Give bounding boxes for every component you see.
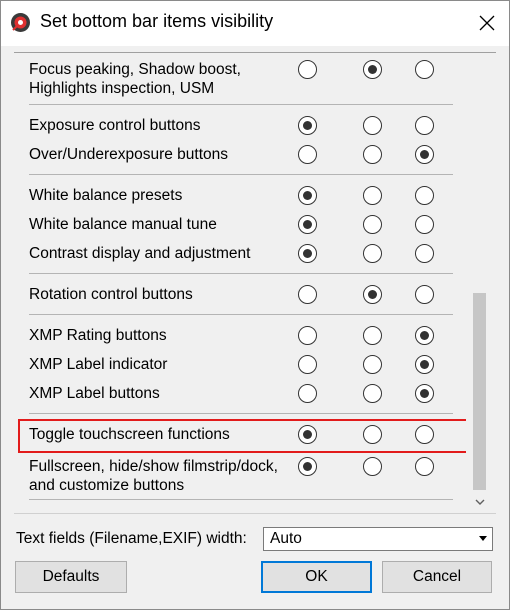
option-row-label: Rotation control buttons bbox=[29, 285, 193, 304]
items-list: Focus peaking, Shadow boost, Highlights i… bbox=[14, 52, 496, 514]
option-radio-3[interactable] bbox=[415, 384, 434, 403]
option-radio-2[interactable] bbox=[363, 60, 382, 79]
option-radio-1[interactable] bbox=[298, 186, 317, 205]
option-radio-2[interactable] bbox=[363, 116, 382, 135]
option-row-label-line: XMP Label indicator bbox=[29, 356, 168, 373]
option-row-label: Fullscreen, hide/show filmstrip/dock, and… bbox=[29, 457, 278, 495]
highlight-box bbox=[18, 419, 468, 453]
scroll-down-button[interactable] bbox=[472, 495, 488, 509]
option-row-label-line: Highlights inspection, USM bbox=[29, 80, 215, 97]
option-radio-2[interactable] bbox=[363, 244, 382, 263]
option-row-label: XMP Label indicator bbox=[29, 355, 167, 374]
option-row-label-line: Over/Underexposure buttons bbox=[29, 146, 229, 163]
option-radio-3[interactable] bbox=[415, 285, 434, 304]
option-radio-3[interactable] bbox=[415, 60, 434, 79]
option-radio-3[interactable] bbox=[415, 186, 434, 205]
scrollbar[interactable] bbox=[466, 53, 496, 513]
option-radio-1[interactable] bbox=[298, 326, 317, 345]
option-row-label-line: XMP Label buttons bbox=[29, 385, 160, 402]
option-radio-3[interactable] bbox=[415, 145, 434, 164]
defaults-button[interactable]: Defaults bbox=[15, 561, 127, 593]
option-row-label-line: White balance manual tune bbox=[29, 216, 217, 233]
option-row-label: XMP Rating buttons bbox=[29, 326, 167, 345]
option-radio-1[interactable] bbox=[298, 457, 317, 476]
option-radio-1[interactable] bbox=[298, 244, 317, 263]
text-fields-width-select[interactable]: Auto bbox=[263, 527, 493, 551]
option-row-label-line: Fullscreen, hide/show filmstrip/dock, bbox=[29, 458, 278, 475]
title-bar: Set bottom bar items visibility bbox=[0, 0, 510, 46]
cancel-button[interactable]: Cancel bbox=[382, 561, 492, 593]
option-row-label: Focus peaking, Shadow boost, Highlights i… bbox=[29, 60, 241, 98]
group-separator bbox=[29, 104, 453, 105]
option-radio-2[interactable] bbox=[363, 457, 382, 476]
option-radio-2[interactable] bbox=[363, 186, 382, 205]
group-separator bbox=[29, 499, 453, 500]
app-logo-icon bbox=[11, 13, 30, 32]
option-radio-2[interactable] bbox=[363, 285, 382, 304]
option-radio-3[interactable] bbox=[415, 326, 434, 345]
option-radio-3[interactable] bbox=[415, 116, 434, 135]
option-radio-3[interactable] bbox=[415, 215, 434, 234]
option-radio-2[interactable] bbox=[363, 355, 382, 374]
option-row-label: Over/Underexposure buttons bbox=[29, 145, 228, 164]
scrollbar-thumb[interactable] bbox=[473, 293, 486, 490]
group-separator bbox=[29, 413, 453, 414]
group-separator bbox=[29, 273, 453, 274]
text-fields-width-label: Text fields (Filename,EXIF) width: bbox=[16, 530, 247, 547]
option-radio-1[interactable] bbox=[298, 285, 317, 304]
option-row-label-line: White balance presets bbox=[29, 187, 183, 204]
option-row-label-line: XMP Rating buttons bbox=[29, 327, 167, 344]
option-row-label: XMP Label buttons bbox=[29, 384, 160, 403]
option-row-label-line: Contrast display and adjustment bbox=[29, 245, 251, 262]
close-button[interactable] bbox=[464, 0, 510, 46]
option-row-label-line: Exposure control buttons bbox=[29, 117, 201, 134]
text-fields-width-value: Auto bbox=[270, 530, 302, 547]
option-row-label: White balance presets bbox=[29, 186, 182, 205]
window-title: Set bottom bar items visibility bbox=[40, 11, 274, 31]
option-radio-3[interactable] bbox=[415, 355, 434, 374]
option-row-label-line: Rotation control buttons bbox=[29, 286, 193, 303]
group-separator bbox=[29, 314, 453, 315]
ok-button[interactable]: OK bbox=[261, 561, 372, 593]
option-row-label-line: Focus peaking, Shadow boost, bbox=[29, 61, 241, 78]
option-radio-2[interactable] bbox=[363, 215, 382, 234]
option-radio-2[interactable] bbox=[363, 384, 382, 403]
option-radio-3[interactable] bbox=[415, 457, 434, 476]
option-radio-1[interactable] bbox=[298, 116, 317, 135]
dropdown-arrow-icon bbox=[479, 536, 487, 541]
option-radio-1[interactable] bbox=[298, 60, 317, 79]
option-radio-2[interactable] bbox=[363, 145, 382, 164]
option-row-label: Contrast display and adjustment bbox=[29, 244, 250, 263]
option-radio-2[interactable] bbox=[363, 326, 382, 345]
group-separator bbox=[29, 174, 453, 175]
option-radio-1[interactable] bbox=[298, 355, 317, 374]
chevron-down-icon bbox=[475, 499, 485, 505]
option-row-label: Exposure control buttons bbox=[29, 116, 200, 135]
option-radio-1[interactable] bbox=[298, 215, 317, 234]
option-radio-1[interactable] bbox=[298, 145, 317, 164]
close-icon bbox=[479, 15, 495, 31]
option-radio-3[interactable] bbox=[415, 244, 434, 263]
option-row-label-line: and customize buttons bbox=[29, 477, 185, 494]
option-row-label: White balance manual tune bbox=[29, 215, 217, 234]
option-radio-1[interactable] bbox=[298, 384, 317, 403]
